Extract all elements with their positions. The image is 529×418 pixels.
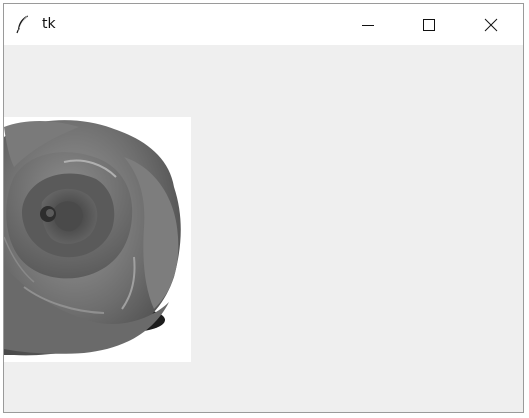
- rose-image: [4, 120, 181, 356]
- image-label: [4, 117, 191, 362]
- maximize-icon: [422, 18, 436, 32]
- window-title: tk: [42, 16, 56, 32]
- window-client-area: [4, 45, 523, 412]
- close-button[interactable]: [461, 4, 521, 45]
- maximize-button[interactable]: [399, 4, 459, 45]
- minimize-icon: [361, 18, 375, 32]
- title-bar[interactable]: tk: [4, 4, 523, 45]
- close-icon: [484, 18, 498, 32]
- feather-icon: [16, 14, 30, 34]
- minimize-button[interactable]: [338, 4, 398, 45]
- tk-window: tk: [3, 3, 524, 413]
